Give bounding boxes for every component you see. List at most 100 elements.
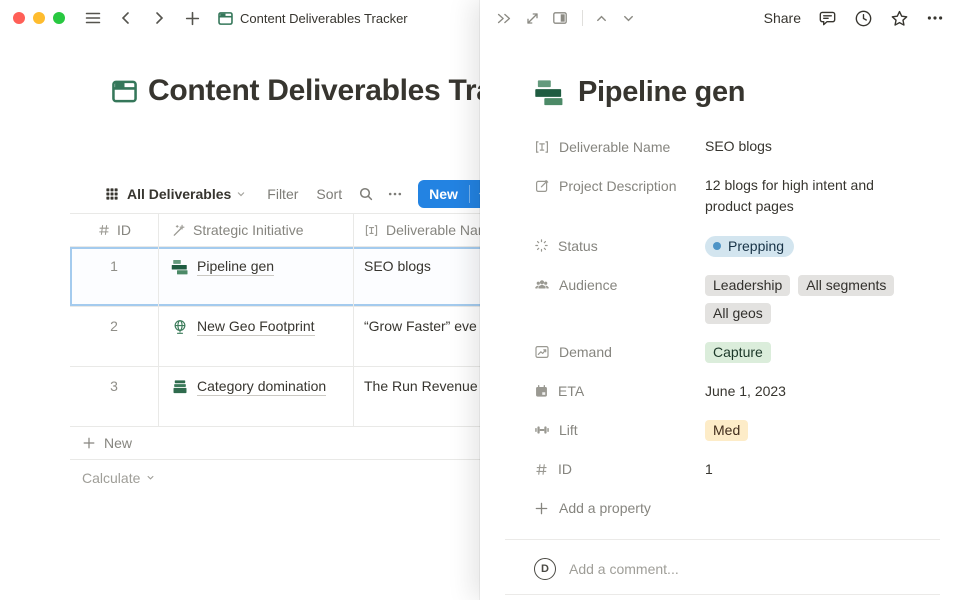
window-titlebar: Content Deliverables Tracker: [0, 0, 480, 36]
property-row-audience: Audience Leadership All segments All geo…: [534, 275, 935, 324]
column-header-strategic-initiative[interactable]: Strategic Initiative: [158, 214, 353, 246]
bar-chart-icon: [171, 258, 189, 276]
add-property-button[interactable]: Add a property: [534, 498, 935, 519]
more-options-icon[interactable]: [387, 186, 403, 202]
cell-id[interactable]: 2: [70, 307, 158, 366]
sparkle-wand-icon: [171, 223, 186, 238]
database-page-icon: [213, 6, 237, 30]
minimize-window-button[interactable]: [33, 12, 45, 24]
property-row-eta: ETA June 1, 2023: [534, 381, 935, 402]
filter-button[interactable]: Filter: [267, 186, 298, 202]
column-label: Strategic Initiative: [193, 222, 304, 238]
column-header-id[interactable]: ID: [70, 222, 158, 238]
comments-icon[interactable]: [818, 9, 837, 28]
tag-pill[interactable]: All geos: [705, 303, 771, 324]
chevron-down-icon: [145, 472, 156, 483]
next-record-icon[interactable]: [621, 11, 636, 26]
side-peek-panel: Share Pipeline gen: [480, 0, 960, 600]
back-button[interactable]: [114, 6, 138, 30]
column-label: ID: [117, 222, 131, 238]
page-link-label: Pipeline gen: [197, 258, 274, 276]
divider: [505, 539, 940, 540]
divider: [505, 594, 940, 595]
tag-pill[interactable]: All segments: [798, 275, 894, 296]
property-value[interactable]: Prepping: [705, 235, 794, 257]
people-icon: [534, 277, 550, 293]
property-label[interactable]: ETA: [534, 381, 705, 402]
record-title[interactable]: Pipeline gen: [578, 76, 745, 109]
new-record-button[interactable]: New: [418, 180, 469, 208]
property-value[interactable]: Leadership All segments All geos: [705, 275, 935, 324]
plus-icon: [534, 501, 549, 516]
favorite-star-icon[interactable]: [890, 9, 909, 28]
zoom-window-button[interactable]: [53, 12, 65, 24]
cell-strategic-initiative[interactable]: New Geo Footprint: [158, 307, 353, 366]
history-clock-icon[interactable]: [854, 9, 873, 28]
peek-toolbar: Share: [480, 0, 960, 36]
cell-strategic-initiative[interactable]: Category domination: [158, 367, 353, 426]
dumbbell-icon: [534, 422, 550, 438]
property-label[interactable]: Demand: [534, 342, 705, 363]
sort-button[interactable]: Sort: [316, 186, 342, 202]
number-hash-icon: [534, 462, 549, 477]
status-spinner-icon: [534, 238, 549, 253]
title-property-icon: [364, 223, 379, 238]
new-tab-icon[interactable]: [180, 6, 204, 30]
property-value[interactable]: SEO blogs: [705, 136, 772, 157]
property-value[interactable]: June 1, 2023: [705, 381, 786, 402]
tag-pill[interactable]: Capture: [705, 342, 771, 363]
share-button[interactable]: Share: [764, 10, 801, 26]
view-tab-all-deliverables[interactable]: All Deliverables: [127, 186, 231, 202]
status-pill[interactable]: Prepping: [705, 236, 794, 257]
cell-id[interactable]: 1: [70, 247, 158, 306]
sidebar-menu-icon[interactable]: [81, 6, 105, 30]
page-link[interactable]: Pipeline gen: [171, 258, 274, 276]
status-dot: [713, 242, 721, 250]
traffic-lights: [13, 12, 65, 24]
tag-pill[interactable]: Med: [705, 420, 748, 441]
search-icon[interactable]: [358, 186, 374, 202]
cell-id[interactable]: 3: [70, 367, 158, 426]
property-label-text: Status: [558, 238, 598, 254]
property-label[interactable]: Project Description: [534, 175, 705, 196]
property-row-id: ID 1: [534, 459, 935, 480]
page-link-label: New Geo Footprint: [197, 318, 315, 336]
page-link-label: Category domination: [197, 378, 326, 396]
property-label[interactable]: Lift: [534, 420, 705, 441]
calendar-icon: [534, 384, 549, 399]
property-value[interactable]: Capture: [705, 342, 771, 363]
close-window-button[interactable]: [13, 12, 25, 24]
property-label[interactable]: Deliverable Name: [534, 136, 705, 157]
previous-record-icon[interactable]: [594, 11, 609, 26]
page-link[interactable]: New Geo Footprint: [171, 318, 315, 336]
comment-composer: D: [534, 558, 935, 580]
expand-page-icon[interactable]: [525, 11, 540, 26]
property-label[interactable]: ID: [534, 459, 705, 480]
tag-pill[interactable]: Leadership: [705, 275, 790, 296]
property-label-text: ID: [558, 461, 572, 477]
comment-input[interactable]: [569, 561, 935, 577]
cell-strategic-initiative[interactable]: Pipeline gen: [158, 247, 353, 306]
property-value[interactable]: 1: [705, 459, 713, 480]
side-peek-mode-icon[interactable]: [552, 10, 568, 26]
property-row-status: Status Prepping: [534, 235, 935, 257]
chevron-down-icon[interactable]: [235, 188, 247, 200]
property-value[interactable]: 12 blogs for high intent and product pag…: [705, 175, 905, 217]
plus-icon: [82, 436, 96, 450]
property-label[interactable]: Audience: [534, 275, 705, 296]
more-options-icon[interactable]: [926, 9, 944, 27]
property-label-text: Audience: [559, 277, 617, 293]
toolbar-divider: [582, 10, 583, 26]
edit-text-icon: [534, 178, 550, 194]
title-property-icon: [534, 139, 550, 155]
bar-chart-icon[interactable]: [534, 77, 565, 108]
double-chevron-close-icon[interactable]: [495, 11, 513, 26]
property-value[interactable]: Med: [705, 420, 748, 441]
add-property-label: Add a property: [559, 500, 651, 516]
page-link[interactable]: Category domination: [171, 378, 326, 396]
database-page-icon-large[interactable]: [110, 77, 139, 106]
property-row-project-description: Project Description 12 blogs for high in…: [534, 175, 935, 217]
forward-button[interactable]: [147, 6, 171, 30]
property-label-text: Deliverable Name: [559, 139, 670, 155]
property-label[interactable]: Status: [534, 235, 705, 256]
